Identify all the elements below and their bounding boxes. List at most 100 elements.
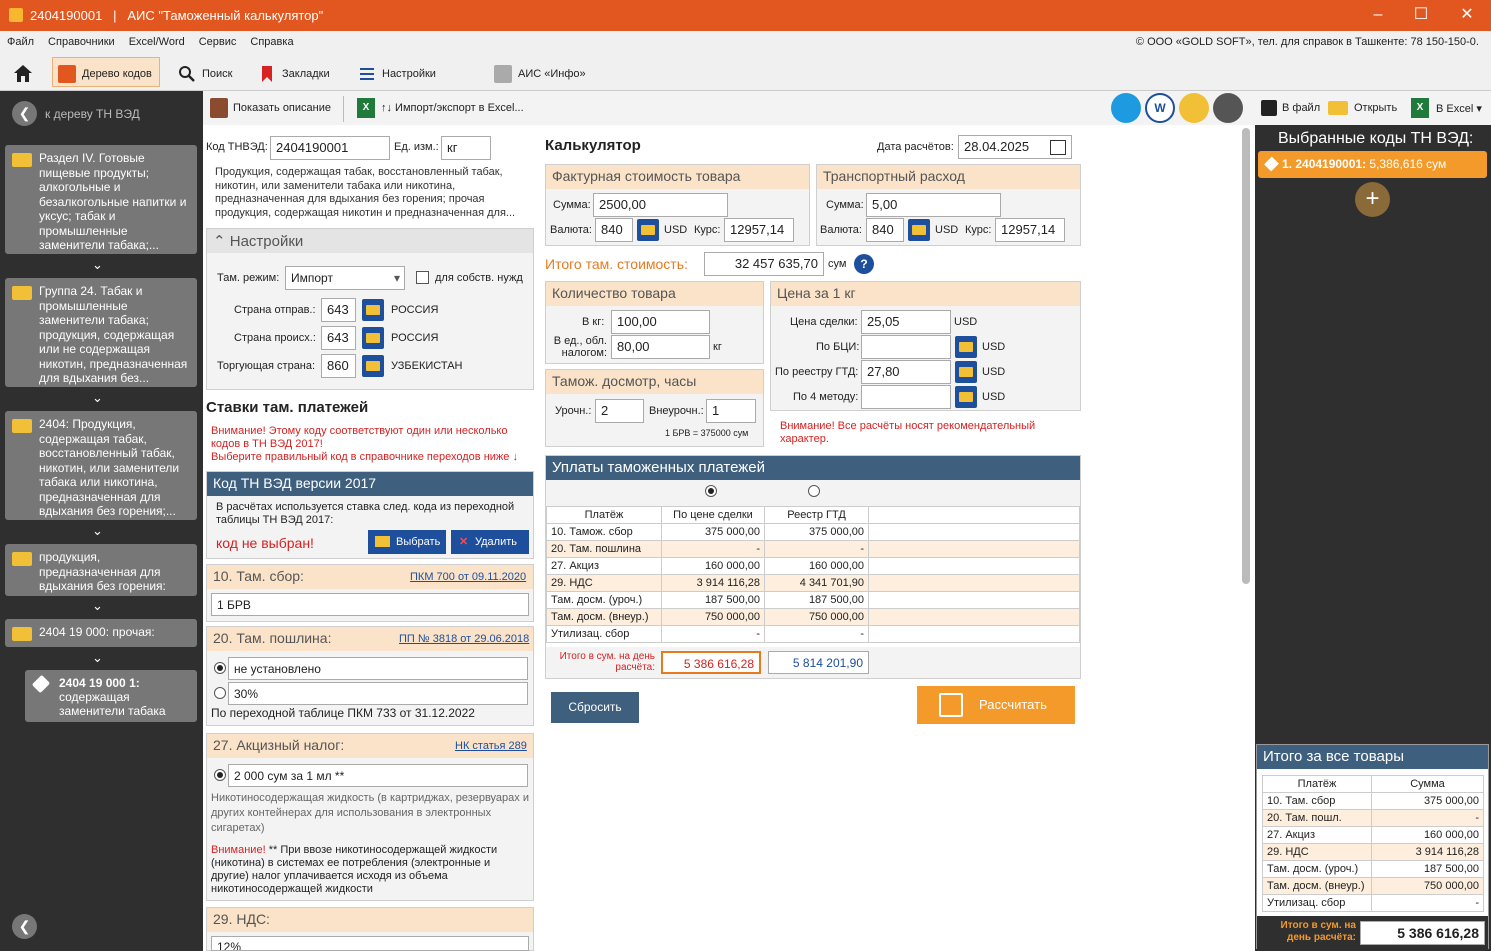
fee20-radio-1[interactable] <box>214 662 226 674</box>
transport-sum-label: Сумма: <box>826 199 864 211</box>
folder-picker-icon[interactable] <box>362 299 384 321</box>
table-row: 29. НДС 3 914 116,28 <box>1262 843 1484 861</box>
folder-picker-icon[interactable] <box>955 336 977 358</box>
invoice-rate-input[interactable]: 12957,14 <box>724 218 794 242</box>
folder-icon <box>12 552 32 566</box>
payments-radio-deal[interactable] <box>705 485 717 497</box>
invoice-currency-code[interactable]: 840 <box>595 218 633 242</box>
tree-node-heading[interactable]: 2404: Продукция, содержащая табак, восст… <box>5 411 197 520</box>
tab-settings[interactable]: Настройки <box>358 61 436 87</box>
close-icon[interactable]: ✕ <box>1457 6 1477 26</box>
fee27-radio-1[interactable] <box>214 769 226 781</box>
fee20-option-2[interactable]: 30% <box>228 682 528 705</box>
taxable-unit-input[interactable]: 80,00 <box>611 335 710 359</box>
minimize-icon[interactable]: – <box>1368 6 1388 26</box>
menu-file[interactable]: Файл <box>0 31 41 53</box>
payments-header: Уплаты таможенных платежей <box>546 456 1080 480</box>
work-hours-label: Урочн.: <box>555 405 592 417</box>
tab-bookmarks[interactable]: Закладки <box>258 61 330 87</box>
show-description-button[interactable]: Показать описание <box>233 102 331 114</box>
fee10-value[interactable]: 1 БРВ <box>211 593 529 616</box>
fee29-value[interactable]: 12% <box>211 936 529 951</box>
tab-tree-label[interactable]: Дерево кодов <box>58 61 152 87</box>
tree-node-sub[interactable]: продукция, предназначенная для вдыхания … <box>5 544 197 596</box>
extra-hours-input[interactable]: 1 <box>706 399 756 423</box>
own-needs-checkbox[interactable] <box>416 271 429 284</box>
selected-code-item[interactable]: 1. 2404190001: 5,386,616 сум <box>1258 151 1487 178</box>
bci-input[interactable] <box>861 335 951 359</box>
method4-input[interactable] <box>861 385 951 409</box>
notes-icon[interactable] <box>1213 93 1243 123</box>
code-input[interactable]: 2404190001 <box>270 136 390 160</box>
scrollbar[interactable] <box>1242 128 1250 584</box>
back-arrow-icon[interactable]: ❮ <box>12 101 37 126</box>
word-icon[interactable]: W <box>1145 93 1175 123</box>
fee10-link[interactable]: ПКМ 700 от 09.11.2020 <box>410 571 526 583</box>
table-cell: 20. Там. пошлина <box>546 540 662 558</box>
invoice-sum-input[interactable]: 2500,00 <box>593 193 728 217</box>
fee20-radio-2[interactable] <box>214 687 226 699</box>
to-file-button[interactable]: В файл <box>1282 102 1320 114</box>
regime-select[interactable]: Импорт ▾ <box>285 266 405 290</box>
delete-code-button[interactable]: ✕ Удалить <box>451 530 529 554</box>
open-button[interactable]: Открыть <box>1354 102 1397 114</box>
menu-service[interactable]: Сервис <box>192 31 244 53</box>
work-hours-input[interactable]: 2 <box>595 399 644 423</box>
table-cell: 750 000,00 <box>764 608 869 626</box>
menu-excel[interactable]: Excel/Word <box>122 31 192 53</box>
payments-radio-gtd[interactable] <box>808 485 820 497</box>
import-export-button[interactable]: ↑↓ Импорт/экспорт в Excel... <box>381 102 524 114</box>
origin-country-code[interactable]: 643 <box>321 326 356 350</box>
back-arrow-icon-bottom[interactable]: ❮ <box>12 914 37 939</box>
folder-picker-icon[interactable] <box>908 219 930 241</box>
unit-input[interactable]: кг <box>441 136 491 160</box>
kg-input[interactable]: 100,00 <box>611 310 710 334</box>
back-to-tree-link[interactable]: к дереву ТН ВЭД <box>45 107 140 121</box>
tree-leaf-selected[interactable]: 2404 19 000 1: содержащая заменители таба… <box>25 670 197 722</box>
fee27-link[interactable]: НК статья 289 <box>455 740 527 752</box>
fee20-link[interactable]: ПП № 3818 от 29.06.2018 <box>399 633 529 645</box>
maximize-icon[interactable]: ☐ <box>1411 6 1431 26</box>
fee20-option-1[interactable]: не установлено <box>228 657 528 680</box>
folder-picker-icon[interactable] <box>362 355 384 377</box>
date-input[interactable]: 28.04.2025 <box>958 135 1072 159</box>
chevron-down-icon: ⌄ <box>92 523 103 538</box>
excel-icon: X <box>357 98 375 118</box>
tree-node-other[interactable]: 2404 19 000: прочая: <box>5 619 197 647</box>
add-code-icon[interactable]: + <box>1355 182 1390 217</box>
table-cell: Там. досм. (уроч.) <box>1262 860 1372 878</box>
menu-refs[interactable]: Справочники <box>41 31 122 53</box>
fee27-option-1[interactable]: 2 000 сум за 1 мл ** <box>228 764 528 787</box>
ved2017-not-selected: код не выбран! <box>216 535 314 551</box>
chevron-down-icon: ⌄ <box>92 598 103 613</box>
gtd-input[interactable]: 27,80 <box>861 360 951 384</box>
bookmark-add-icon[interactable] <box>1179 93 1209 123</box>
folder-icon <box>12 153 32 167</box>
folder-picker-icon[interactable] <box>362 327 384 349</box>
transport-rate-input[interactable]: 12957,14 <box>995 218 1065 242</box>
trade-country-code[interactable]: 860 <box>321 354 356 378</box>
tree-node-group[interactable]: Группа 24. Табак и промышленные замените… <box>5 278 197 387</box>
transport-currency-code[interactable]: 840 <box>866 218 904 242</box>
tree-node-section[interactable]: Раздел IV. Готовые пищевые продукты; алк… <box>5 145 197 254</box>
deal-price-input[interactable]: 25,05 <box>861 310 951 334</box>
settings-header[interactable]: ⌃ Настройки <box>207 229 533 253</box>
menu-help[interactable]: Справка <box>243 31 300 53</box>
payments-table: Платёж По цене сделки Реестр ГТД 10. Тамож… <box>546 506 1080 643</box>
folder-picker-icon[interactable] <box>955 361 977 383</box>
send-country-code[interactable]: 643 <box>321 298 356 322</box>
reset-button[interactable]: Сбросить <box>551 692 639 723</box>
folder-picker-icon[interactable] <box>955 386 977 408</box>
home-icon[interactable] <box>12 63 34 83</box>
folder-icon <box>375 536 390 547</box>
share-icon[interactable] <box>1111 93 1141 123</box>
tab-search[interactable]: Поиск <box>178 61 232 87</box>
help-icon[interactable]: ? <box>854 254 874 274</box>
folder-picker-icon[interactable] <box>637 219 659 241</box>
transport-sum-input[interactable]: 5,00 <box>866 193 1001 217</box>
table-cell-empty <box>868 540 1080 558</box>
calculate-button[interactable]: Рассчитать <box>917 686 1075 724</box>
select-code-button[interactable]: Выбрать <box>368 530 446 554</box>
tab-info[interactable]: АИС «Инфо» <box>494 61 586 87</box>
to-excel-button[interactable]: В Excel ▾ <box>1436 102 1482 115</box>
